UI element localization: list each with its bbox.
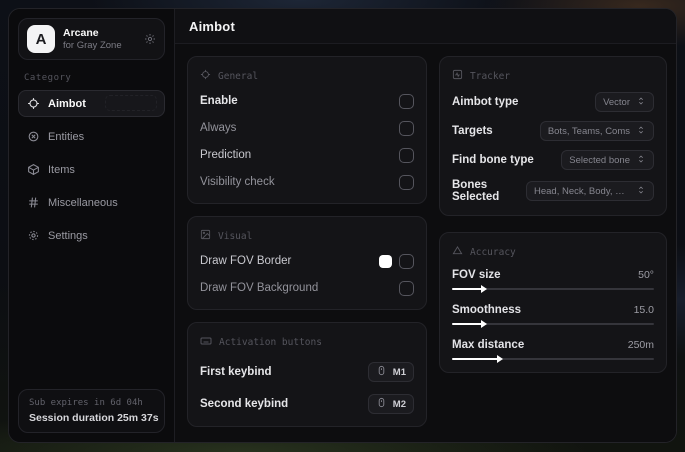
option-label: Draw FOV Background: [200, 282, 319, 294]
brand-name: Arcane: [63, 27, 99, 39]
hash-icon: [27, 196, 40, 209]
sidebar-item-label: Miscellaneous: [48, 196, 118, 209]
option-label: First keybind: [200, 366, 272, 378]
chevrons-up-down-icon: [636, 185, 646, 198]
visibility-check-checkbox[interactable]: [399, 174, 414, 190]
scan-x-icon: [27, 130, 40, 143]
section-title: Tracker: [470, 70, 511, 82]
activity-icon: [452, 69, 463, 83]
keyboard-icon: [200, 335, 212, 350]
option-label: Always: [200, 122, 237, 134]
main-panel: Aimbot General Enable Always Prediction …: [174, 9, 676, 442]
slider-value: 50°: [638, 269, 654, 281]
option-label: Second keybind: [200, 398, 289, 410]
enable-checkbox[interactable]: [399, 93, 414, 109]
card-tracker: Tracker Aimbot type Vector Targets Bots,…: [439, 56, 667, 216]
chevrons-up-down-icon: [636, 125, 646, 138]
section-title: General: [218, 70, 259, 82]
slider-value: 15.0: [633, 304, 654, 316]
gear-icon: [27, 229, 40, 242]
targets-select[interactable]: Bots, Teams, Coms: [539, 121, 654, 141]
fov-border-color-swatch[interactable]: [379, 254, 392, 268]
fov-size-slider[interactable]: [452, 285, 654, 293]
triangle-icon: [452, 245, 463, 259]
option-label: Enable: [200, 95, 238, 107]
prediction-checkbox[interactable]: [399, 147, 414, 163]
page-title: Aimbot: [189, 19, 235, 34]
slider-label: Smoothness: [452, 304, 522, 316]
watermark-ghost: [105, 95, 157, 111]
option-label: Aimbot type: [452, 96, 519, 108]
option-label: Visibility check: [200, 176, 275, 188]
sidebar-item-label: Items: [48, 163, 75, 176]
app-window: A Arcane for Gray Zone Category Aimbot E…: [8, 8, 677, 443]
sidebar-item-settings[interactable]: Settings: [18, 222, 165, 249]
second-keybind-button[interactable]: M2: [367, 394, 414, 414]
sidebar-item-miscellaneous[interactable]: Miscellaneous: [18, 189, 165, 216]
subscription-info: Sub expires in 6d 04h Session duration 2…: [18, 389, 165, 433]
sidebar-item-aimbot[interactable]: Aimbot: [18, 90, 165, 117]
section-title: Activation buttons: [219, 337, 322, 348]
first-keybind-button[interactable]: M1: [367, 362, 414, 382]
brand-logo: A: [27, 25, 55, 53]
brand-card: A Arcane for Gray Zone: [18, 18, 165, 60]
sidebar-item-entities[interactable]: Entities: [18, 123, 165, 150]
card-activation-buttons: Activation buttons First keybind M1 Seco…: [187, 322, 427, 427]
option-label: Prediction: [200, 149, 252, 161]
draw-fov-border-checkbox[interactable]: [399, 253, 414, 269]
session-duration-text: Session duration 25m 37s: [29, 412, 159, 424]
sub-expires-text: Sub expires in 6d 04h: [29, 398, 143, 408]
option-label: Find bone type: [452, 154, 534, 166]
draw-fov-background-checkbox[interactable]: [399, 280, 414, 296]
chevrons-up-down-icon: [636, 96, 646, 109]
crosshair-icon: [200, 69, 211, 83]
brand-subtitle: for Gray Zone: [63, 39, 122, 51]
option-label: Targets: [452, 125, 493, 137]
category-label: Category: [24, 73, 72, 83]
gear-icon[interactable]: [144, 33, 156, 45]
smoothness-slider[interactable]: [452, 320, 654, 328]
sidebar-item-label: Aimbot: [48, 97, 86, 110]
card-accuracy: Accuracy FOV size 50° Smoothness 15.0 Ma…: [439, 232, 667, 373]
sidebar-item-label: Entities: [48, 130, 85, 143]
bones-selected-select[interactable]: Head, Neck, Body, Pe..: [526, 181, 654, 201]
image-icon: [200, 229, 211, 243]
chevrons-up-down-icon: [636, 154, 646, 167]
always-checkbox[interactable]: [399, 120, 414, 136]
max-distance-slider[interactable]: [452, 355, 654, 363]
card-general: General Enable Always Prediction Visibil…: [187, 56, 427, 204]
sidebar-item-label: Settings: [48, 229, 88, 242]
sidebar-item-items[interactable]: Items: [18, 156, 165, 183]
card-visual: Visual Draw FOV Border Draw FOV Backgrou…: [187, 216, 427, 310]
crosshair-icon: [27, 97, 40, 110]
slider-label: FOV size: [452, 269, 501, 281]
section-title: Visual: [218, 230, 253, 242]
slider-value: 250m: [627, 339, 654, 351]
sidebar: A Arcane for Gray Zone Category Aimbot E…: [9, 9, 174, 442]
main-header: Aimbot: [175, 9, 676, 44]
slider-label: Max distance: [452, 339, 525, 351]
section-title: Accuracy: [470, 246, 516, 258]
package-icon: [27, 163, 40, 176]
aimbot-type-select[interactable]: Vector: [595, 92, 654, 112]
find-bone-type-select[interactable]: Selected bone: [561, 150, 654, 170]
option-label: Draw FOV Border: [200, 255, 292, 267]
mouse-icon: [376, 397, 387, 411]
option-label: Bones Selected: [452, 179, 500, 203]
mouse-icon: [376, 365, 387, 379]
